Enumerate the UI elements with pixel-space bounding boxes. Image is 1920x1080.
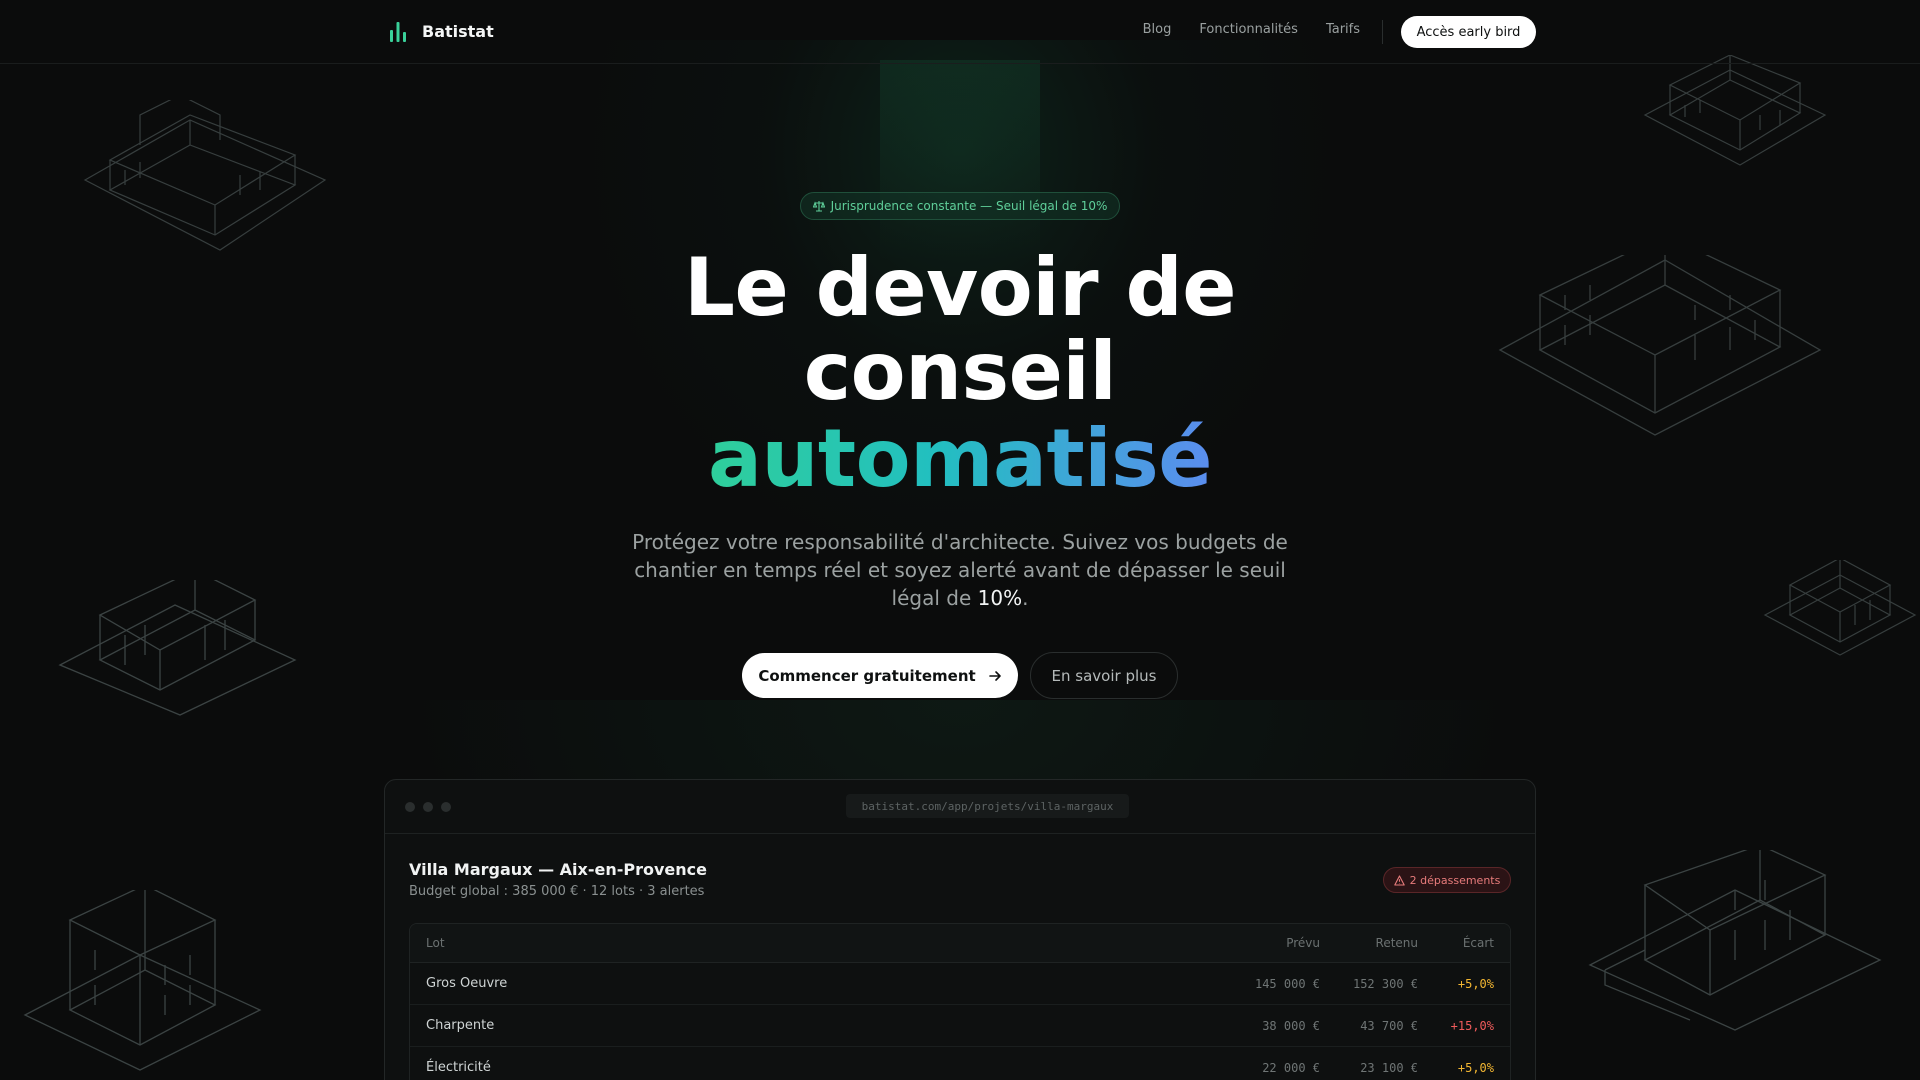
hero-title-highlight-text: automatisé: [707, 412, 1213, 505]
col-ecart: Écart: [1462, 936, 1494, 950]
nav-link-fonctionnalites[interactable]: Fonctionnalités: [1199, 22, 1298, 37]
house-wireframe-icon: [83, 100, 327, 251]
nav-link-tarifs[interactable]: Tarifs: [1326, 22, 1360, 37]
hero-beam: [880, 60, 1040, 260]
house-wireframe-icon: [1763, 560, 1917, 656]
arrow-right-icon: [988, 670, 1001, 681]
brand-name: Batistat: [422, 21, 494, 41]
cell-retenu: 43 700 €: [1360, 1018, 1418, 1033]
warning-triangle-icon: [1393, 874, 1405, 886]
nav-link-blog[interactable]: Blog: [1143, 22, 1172, 37]
hero-lede-threshold: 10%: [977, 586, 1023, 610]
learn-more-button[interactable]: En savoir plus: [1030, 652, 1178, 699]
col-lot: Lot: [426, 936, 445, 950]
hero-title-line2: conseil: [803, 325, 1117, 418]
window-dot: [423, 802, 433, 812]
cell-ecart: +5,0%: [1457, 976, 1494, 991]
window-dot: [405, 802, 415, 812]
hero-title-highlight: automatisé: [560, 414, 1360, 504]
app-preview-window: batistat.com/app/projets/villa-margaux V…: [384, 779, 1536, 1080]
brand[interactable]: Batistat: [388, 20, 494, 42]
start-free-button[interactable]: Commencer gratuitement: [742, 653, 1018, 698]
cell-prevu: 145 000 €: [1254, 976, 1320, 991]
bar-chart-logo-icon: [390, 22, 406, 42]
house-wireframe-icon: [58, 580, 297, 716]
url-bar[interactable]: batistat.com/app/projets/villa-margaux: [846, 794, 1129, 818]
jurisprudence-badge: Jurisprudence constante — Seuil légal de…: [800, 192, 1120, 220]
project-title: Villa Margaux — Aix-en-Provence: [409, 860, 707, 879]
browser-bar: batistat.com/app/projets/villa-margaux: [385, 780, 1535, 834]
col-retenu: Retenu: [1375, 936, 1418, 950]
overrun-badge[interactable]: 2 dépassements: [1383, 867, 1511, 893]
cell-retenu: 23 100 €: [1360, 1060, 1418, 1075]
hero-lede-text: Protégez votre responsabilité d'architec…: [632, 530, 1288, 610]
window-dot: [441, 802, 451, 812]
col-prevu: Prévu: [1286, 936, 1320, 950]
nav-divider: [1382, 20, 1383, 44]
house-wireframe-icon: [1643, 55, 1827, 166]
hero-lede: Protégez votre responsabilité d'architec…: [620, 528, 1300, 612]
hero-title: Le devoir de conseil: [560, 246, 1360, 414]
project-subtitle: Budget global : 385 000 € · 12 lots · 3 …: [409, 884, 705, 899]
cell-prevu: 38 000 €: [1262, 1018, 1320, 1033]
cell-ecart: +5,0%: [1457, 1060, 1494, 1075]
early-bird-button[interactable]: Accès early bird: [1401, 16, 1536, 48]
scales-icon: [812, 201, 825, 212]
top-nav: Batistat Blog Fonctionnalités Tarifs Acc…: [0, 0, 1920, 64]
house-wireframe-icon: [23, 890, 262, 1071]
house-wireframe-icon: [1588, 850, 1882, 1031]
nav-links: Blog Fonctionnalités Tarifs: [1143, 22, 1360, 37]
cell-lot: Charpente: [426, 1018, 495, 1033]
table-row[interactable]: Charpente 38 000 € 43 700 € +15,0%: [410, 1005, 1510, 1047]
table-row[interactable]: Électricité 22 000 € 23 100 € +5,0%: [410, 1047, 1510, 1080]
table-header: Lot Prévu Retenu Écart: [410, 924, 1510, 963]
cell-retenu: 152 300 €: [1352, 976, 1418, 991]
house-wireframe-icon: [1498, 255, 1822, 436]
hero-title-line1: Le devoir de: [684, 241, 1236, 334]
cell-ecart: +15,0%: [1450, 1018, 1494, 1033]
hero-lede-end: .: [1022, 586, 1029, 610]
window-controls: [405, 802, 451, 812]
start-free-label: Commencer gratuitement: [758, 666, 976, 685]
budget-table: Lot Prévu Retenu Écart Gros Oeuvre 145 0…: [409, 923, 1511, 1080]
cell-prevu: 22 000 €: [1262, 1060, 1320, 1075]
cell-lot: Électricité: [426, 1060, 491, 1075]
overrun-badge-label: 2 dépassements: [1409, 873, 1501, 887]
cell-lot: Gros Oeuvre: [426, 976, 508, 991]
table-row[interactable]: Gros Oeuvre 145 000 € 152 300 € +5,0%: [410, 963, 1510, 1005]
badge-text: Jurisprudence constante — Seuil légal de…: [830, 199, 1108, 213]
